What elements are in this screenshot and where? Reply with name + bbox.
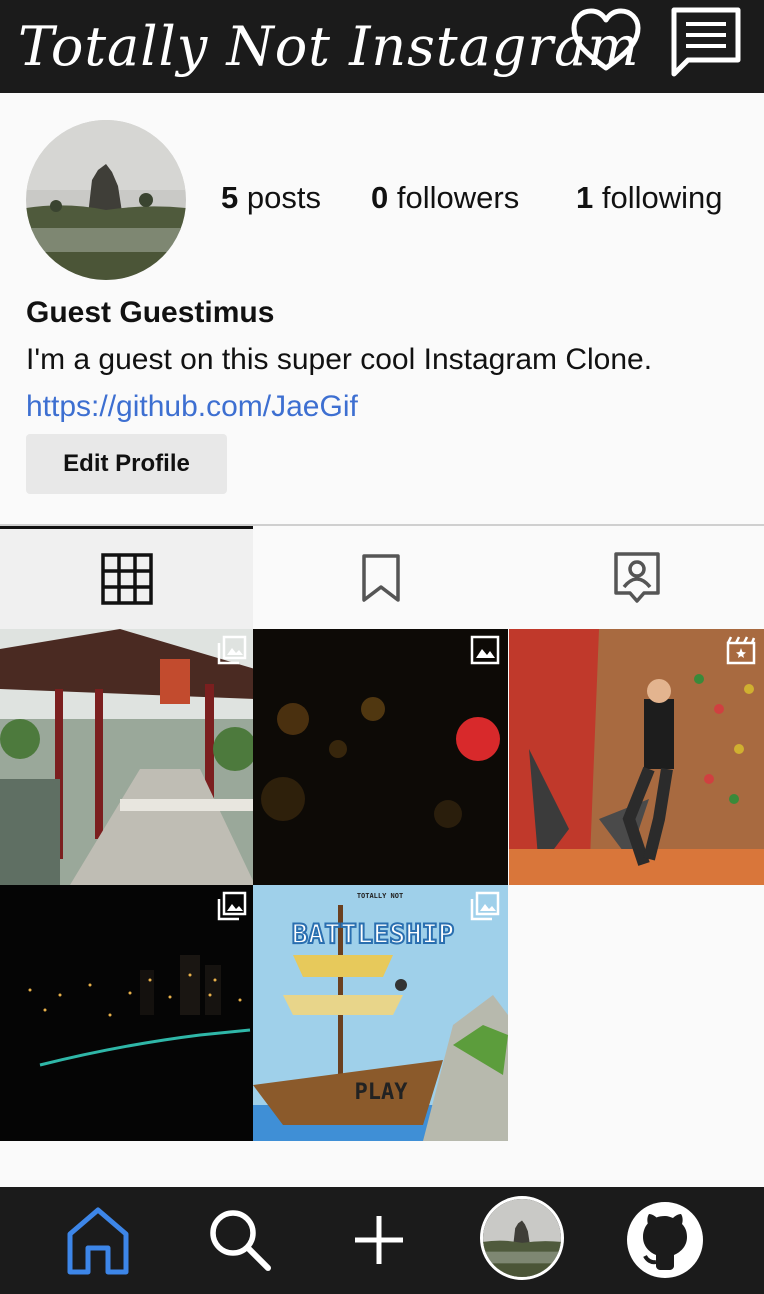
following-label: following (601, 180, 723, 215)
tab-tagged[interactable] (509, 526, 764, 629)
following-stat[interactable]: 1 following (576, 180, 723, 216)
tab-saved[interactable] (253, 526, 509, 629)
plus-icon[interactable] (339, 1200, 419, 1280)
post-tile[interactable] (0, 629, 255, 885)
gallery-icon (217, 891, 247, 921)
night-bokeh-photo (253, 629, 508, 885)
bookmark-icon (362, 553, 400, 602)
top-bar: Totally Not Instagram (0, 0, 764, 93)
followers-stat[interactable]: 0 followers (371, 180, 519, 216)
following-count: 1 (576, 180, 594, 215)
post-tile[interactable] (253, 629, 508, 885)
heart-icon[interactable] (570, 6, 642, 78)
climbing-wall-photo (509, 629, 764, 885)
profile-name: Guest Guestimus (26, 296, 275, 329)
pagoda-corridor-photo (0, 629, 255, 885)
night-city-photo (0, 885, 255, 1141)
video-icon (726, 636, 756, 665)
profile-bio: I'm a guest on this super cool Instagram… (26, 343, 653, 376)
posts-stat: 5 posts (221, 180, 321, 216)
game-subtitle: TOTALLY NOT (357, 892, 403, 900)
home-icon[interactable] (58, 1200, 138, 1280)
game-title: BATTLESHIP (292, 919, 455, 950)
followers-label: followers (396, 180, 520, 215)
gallery-icon (217, 635, 247, 665)
game-play: PLAY (355, 1080, 409, 1105)
image-icon (470, 635, 500, 665)
search-icon[interactable] (200, 1200, 280, 1280)
posts-label: posts (246, 180, 321, 215)
followers-count: 0 (371, 180, 389, 215)
github-icon[interactable] (625, 1200, 705, 1280)
profile-avatar-nav[interactable] (480, 1196, 564, 1280)
message-icon[interactable] (670, 6, 742, 78)
post-tile[interactable]: TOTALLY NOT BATTLESHIP PLAY (253, 885, 508, 1141)
gallery-icon (470, 891, 500, 921)
posts-count: 5 (221, 180, 239, 215)
edit-profile-button[interactable]: Edit Profile (26, 434, 227, 494)
post-tile[interactable] (0, 885, 255, 1141)
tab-posts[interactable] (0, 526, 253, 629)
profile-link[interactable]: https://github.com/JaeGif (26, 390, 358, 424)
grid-icon (100, 553, 153, 605)
battleship-game-thumbnail: TOTALLY NOT BATTLESHIP PLAY (253, 885, 508, 1141)
tagged-icon (613, 551, 660, 603)
app-logo[interactable]: Totally Not Instagram (18, 12, 640, 82)
profile-avatar (26, 120, 186, 280)
post-tile[interactable] (509, 629, 764, 885)
